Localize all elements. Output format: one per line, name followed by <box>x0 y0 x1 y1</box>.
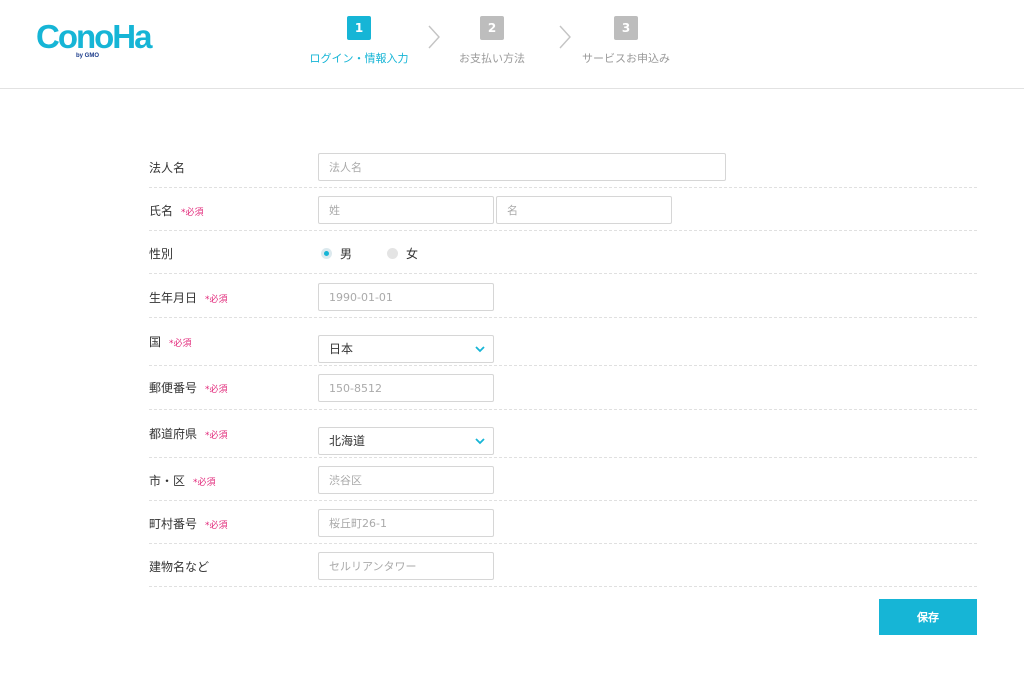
postal-code-input[interactable] <box>318 374 494 402</box>
row-postal: 郵便番号 *必須 <box>149 366 977 410</box>
country-select[interactable]: 日本 <box>318 335 494 363</box>
city-label-text: 市・区 <box>149 474 186 488</box>
chevron-right-icon <box>559 25 571 49</box>
gender-option-label: 女 <box>406 247 419 261</box>
row-city: 市・区 *必須 <box>149 458 977 501</box>
chevron-down-icon <box>475 438 485 445</box>
postal-label-text: 郵便番号 <box>149 381 198 395</box>
svg-text:by GMO: by GMO <box>76 53 99 59</box>
step-number: 3 <box>614 16 638 40</box>
required-mark: *必須 <box>193 478 216 488</box>
chevron-right-icon <box>428 25 440 49</box>
first-name-input[interactable] <box>496 196 672 224</box>
gender-option-female[interactable]: 女 <box>387 245 418 262</box>
radio-selected-icon[interactable] <box>321 248 332 259</box>
gender-option-label: 男 <box>340 247 353 261</box>
step-label: サービスお申込み <box>582 52 670 65</box>
postal-label: 郵便番号 *必須 <box>149 379 228 396</box>
country-label: 国 *必須 <box>149 333 192 350</box>
progress-steps: 1 ログイン・情報入力 2 お支払い方法 3 サービスお申込み <box>300 16 690 72</box>
building-label: 建物名など <box>149 560 210 574</box>
gender-label: 性別 <box>149 247 174 261</box>
country-label-text: 国 <box>149 335 162 349</box>
save-button[interactable]: 保存 <box>879 599 977 635</box>
last-name-input[interactable] <box>318 196 494 224</box>
required-mark: *必須 <box>205 295 228 305</box>
town-label: 町村番号 *必須 <box>149 515 228 532</box>
country-value: 日本 <box>329 342 354 356</box>
name-label-text: 氏名 <box>149 204 174 218</box>
step-label: ログイン・情報入力 <box>309 52 409 65</box>
svg-text:ConoHa: ConoHa <box>36 18 153 55</box>
required-mark: *必須 <box>169 339 192 349</box>
prefecture-value: 北海道 <box>329 434 366 448</box>
step-number: 1 <box>347 16 371 40</box>
town-input[interactable] <box>318 509 494 537</box>
company-label: 法人名 <box>149 161 186 175</box>
row-building: 建物名など <box>149 544 977 587</box>
row-town: 町村番号 *必須 <box>149 501 977 544</box>
name-label: 氏名 *必須 <box>149 202 204 219</box>
header: ConoHa by GMO 1 ログイン・情報入力 2 お支払い方法 3 サービ… <box>0 0 1024 89</box>
birthdate-label-text: 生年月日 <box>149 291 198 305</box>
prefecture-select[interactable]: 北海道 <box>318 427 494 455</box>
step-label: お支払い方法 <box>459 52 525 65</box>
birthdate-input[interactable] <box>318 283 494 311</box>
row-birthdate: 生年月日 *必須 <box>149 274 977 318</box>
step-1: 1 ログイン・情報入力 <box>300 16 418 66</box>
row-name: 氏名 *必須 <box>149 188 977 231</box>
step-number: 2 <box>480 16 504 40</box>
birthdate-label: 生年月日 *必須 <box>149 289 228 306</box>
building-input[interactable] <box>318 552 494 580</box>
step-2: 2 お支払い方法 <box>452 16 532 66</box>
required-mark: *必須 <box>181 208 204 218</box>
required-mark: *必須 <box>205 431 228 441</box>
row-gender: 性別 男 女 <box>149 231 977 274</box>
required-mark: *必須 <box>205 521 228 531</box>
town-label-text: 町村番号 <box>149 517 198 531</box>
step-3: 3 サービスお申込み <box>576 16 676 66</box>
gender-option-male[interactable]: 男 <box>321 245 352 262</box>
prefecture-label-text: 都道府県 <box>149 427 198 441</box>
row-company: 法人名 <box>149 144 977 188</box>
conoha-logo[interactable]: ConoHa by GMO <box>36 18 160 60</box>
city-input[interactable] <box>318 466 494 494</box>
required-mark: *必須 <box>205 385 228 395</box>
registration-form: 法人名 氏名 *必須 性別 男 女 生年月日 *必須 国 *必須 日本 郵便番号 *必須 <box>149 144 977 587</box>
city-label: 市・区 *必須 <box>149 472 216 489</box>
prefecture-label: 都道府県 *必須 <box>149 425 228 442</box>
row-prefecture: 都道府県 *必須 北海道 <box>149 410 977 458</box>
radio-unselected-icon[interactable] <box>387 248 398 259</box>
company-input[interactable] <box>318 153 726 181</box>
row-country: 国 *必須 日本 <box>149 318 977 366</box>
chevron-down-icon <box>475 346 485 353</box>
